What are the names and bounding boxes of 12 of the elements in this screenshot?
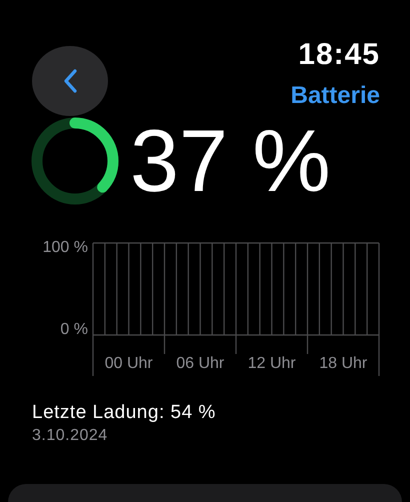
time-text: 18:45 [297,40,380,70]
x-axis-label: 06 Uhr [176,355,224,372]
x-axis-label: 18 Uhr [319,355,368,372]
battery-percentage: 37 % [130,117,331,205]
y-axis-label: 0 % [60,321,88,338]
chevron-left-icon [63,69,77,93]
x-axis-label: 12 Uhr [248,355,296,372]
y-axis-label: 100 % [42,239,88,256]
x-axis-label: 00 Uhr [104,355,153,372]
last-charge-date: 3.10.2024 [32,426,109,446]
last-charge-text: Letzte Ladung: 54 % [32,402,217,424]
screen-title: Batterie [290,84,380,108]
